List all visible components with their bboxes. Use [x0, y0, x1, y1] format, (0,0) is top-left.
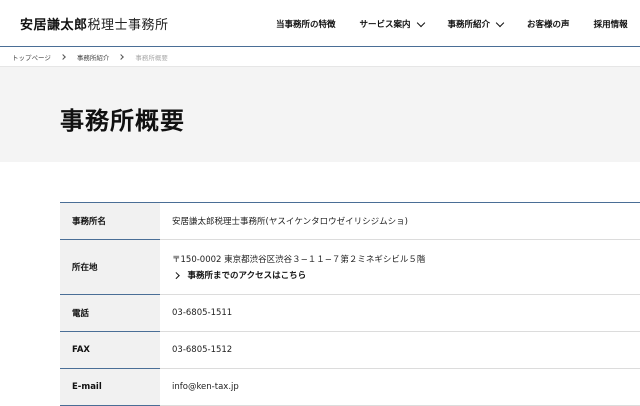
- nav-item-label: 当事務所の特徴: [276, 20, 336, 30]
- page-hero: 事務所概要: [0, 67, 640, 162]
- chevron-right-icon: [60, 53, 66, 60]
- nav-item-label: 採用情報: [593, 20, 628, 30]
- nav-item-features[interactable]: 当事務所の特徴: [276, 18, 336, 30]
- main-nav: 当事務所の特徴 サービス案内 事務所紹介 お客様の声 採用情報: [276, 18, 628, 30]
- row-label: 電話: [60, 295, 160, 332]
- logo-suffix: 税理士事務所: [87, 18, 169, 33]
- email-value: info@ken-tax.jp: [172, 382, 239, 392]
- row-label: E-mail: [60, 369, 160, 406]
- site-header: 安居謙太郎税理士事務所 当事務所の特徴 サービス案内 事務所紹介 お客様の声 採…: [0, 0, 640, 47]
- breadcrumb-office-link[interactable]: 事務所紹介: [77, 52, 110, 62]
- chevron-down-icon: [495, 18, 505, 27]
- table-row: 電話 03-6805-1511: [60, 295, 640, 332]
- chevron-right-icon: [173, 271, 180, 279]
- row-label: 事務所名: [60, 203, 160, 240]
- access-link-label: 事務所までのアクセスはこちら: [187, 271, 307, 281]
- table-row: 事務所名 安居謙太郎税理士事務所(ヤスイケンタロウゼイリシジムショ): [60, 203, 640, 240]
- row-label: 所在地: [60, 240, 160, 295]
- chevron-down-icon: [416, 18, 425, 27]
- table-row: 所在地 〒150-0002 東京都渋谷区渋谷３−１１−７第２ミネギシビル５階 事…: [60, 240, 640, 295]
- chevron-right-icon: [118, 53, 125, 60]
- fax-value: 03-6805-1512: [172, 345, 233, 355]
- office-name-value: 安居謙太郎税理士事務所(ヤスイケンタロウゼイリシジムショ): [172, 217, 408, 227]
- logo-name: 安居謙太郎: [20, 18, 88, 33]
- nav-item-label: お客様の声: [527, 20, 570, 30]
- row-label: FAX: [60, 332, 160, 369]
- nav-item-label: 事務所紹介: [447, 20, 491, 30]
- row-value: 安居謙太郎税理士事務所(ヤスイケンタロウゼイリシジムショ): [160, 203, 640, 239]
- nav-item-office[interactable]: 事務所紹介: [447, 18, 505, 30]
- row-value: 〒150-0002 東京都渋谷区渋谷３−１１−７第２ミネギシビル５階 事務所まで…: [160, 240, 640, 294]
- nav-item-label: サービス案内: [359, 20, 411, 30]
- site-logo[interactable]: 安居謙太郎税理士事務所: [20, 14, 169, 33]
- breadcrumb-current: 事務所概要: [135, 53, 168, 62]
- table-row: E-mail info@ken-tax.jp: [60, 369, 640, 406]
- page-title: 事務所概要: [60, 107, 185, 135]
- access-link[interactable]: 事務所までのアクセスはこちら: [172, 269, 640, 281]
- row-value: 03-6805-1511: [160, 295, 640, 331]
- nav-item-recruit[interactable]: 採用情報: [594, 18, 628, 30]
- row-value: 03-6805-1512: [160, 332, 640, 368]
- address-value: 〒150-0002 東京都渋谷区渋谷３−１１−７第２ミネギシビル５階: [172, 255, 426, 265]
- nav-item-services[interactable]: サービス案内: [359, 18, 425, 30]
- office-info-table: 事務所名 安居謙太郎税理士事務所(ヤスイケンタロウゼイリシジムショ) 所在地 〒…: [60, 202, 640, 406]
- phone-value: 03-6805-1511: [172, 308, 233, 318]
- breadcrumb: トップページ 事務所紹介 事務所概要: [0, 47, 640, 67]
- table-row: FAX 03-6805-1512: [60, 332, 640, 369]
- nav-item-voices[interactable]: お客様の声: [527, 18, 570, 30]
- breadcrumb-top-link[interactable]: トップページ: [12, 52, 51, 62]
